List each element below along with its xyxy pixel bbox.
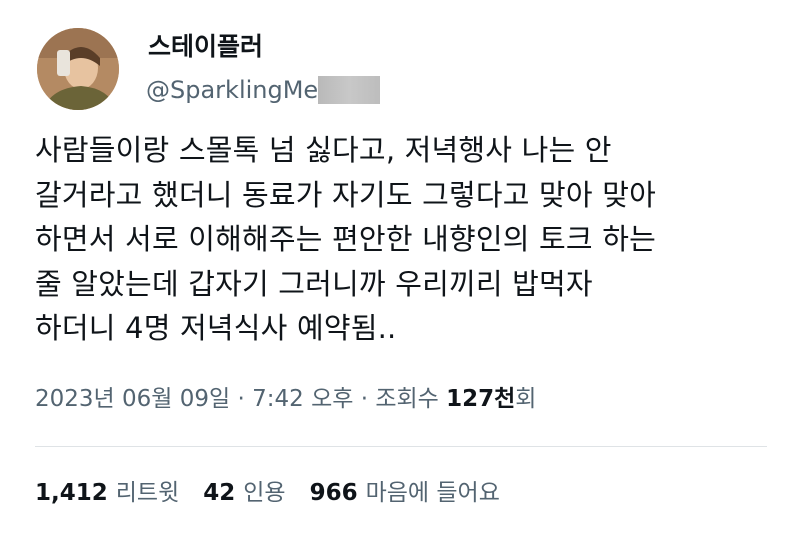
views-label: 조회수 [375,386,447,412]
tweet-line: 하더니 4명 저녁식사 예약됨.. [35,311,397,345]
views-suffix: 회 [515,386,537,412]
avatar[interactable] [37,28,119,110]
views-count: 127천 [446,386,516,412]
retweets-count: 1,412 [35,480,108,506]
retweets-label: 리트윗 [115,480,180,506]
tweet-line: 갈거라고 했더니 동료가 자기도 그렇다고 맞아 맞아 [35,177,656,212]
handle-redaction [318,76,381,104]
quotes-count: 42 [203,480,236,506]
quotes-label: 인용 [243,480,286,506]
tweet-date[interactable]: 2023년 06월 09일 [35,386,230,412]
tweet-text: 사람들이랑 스몰톡 넘 싫다고, 저녁행사 나는 안 갈거라고 했더니 동료가 … [35,128,775,351]
divider [35,446,767,447]
tweet-line: 줄 알았는데 갑자기 그러니까 우리끼리 밥먹자 [35,266,593,301]
quotes-stat[interactable]: 42 인용 [203,477,285,509]
tweet-line: 사람들이랑 스몰톡 넘 싫다고, 저녁행사 나는 안 [35,133,612,167]
author-display-name[interactable]: 스테이플러 [148,32,263,62]
retweets-stat[interactable]: 1,412 리트윗 [35,477,179,509]
meta-separator: · [353,386,376,412]
engagement-stats: 1,412 리트윗 42 인용 966 마음에 들어요 [35,477,500,509]
tweet-meta: 2023년 06월 09일 · 7:42 오후 · 조회수 127천회 [35,383,536,415]
tweet-time[interactable]: 7:42 오후 [252,386,353,412]
avatar-image [37,28,119,110]
author-handle-row: @SparklingMe [146,74,381,106]
tweet-line: 하면서 서로 이해해주는 편안한 내향인의 토크 하는 [35,222,656,256]
meta-separator: · [230,386,253,412]
likes-count: 966 [309,480,358,506]
likes-label: 마음에 들어요 [365,480,500,506]
likes-stat[interactable]: 966 마음에 들어요 [310,477,500,509]
author-handle[interactable]: @SparklingMe [146,75,318,105]
